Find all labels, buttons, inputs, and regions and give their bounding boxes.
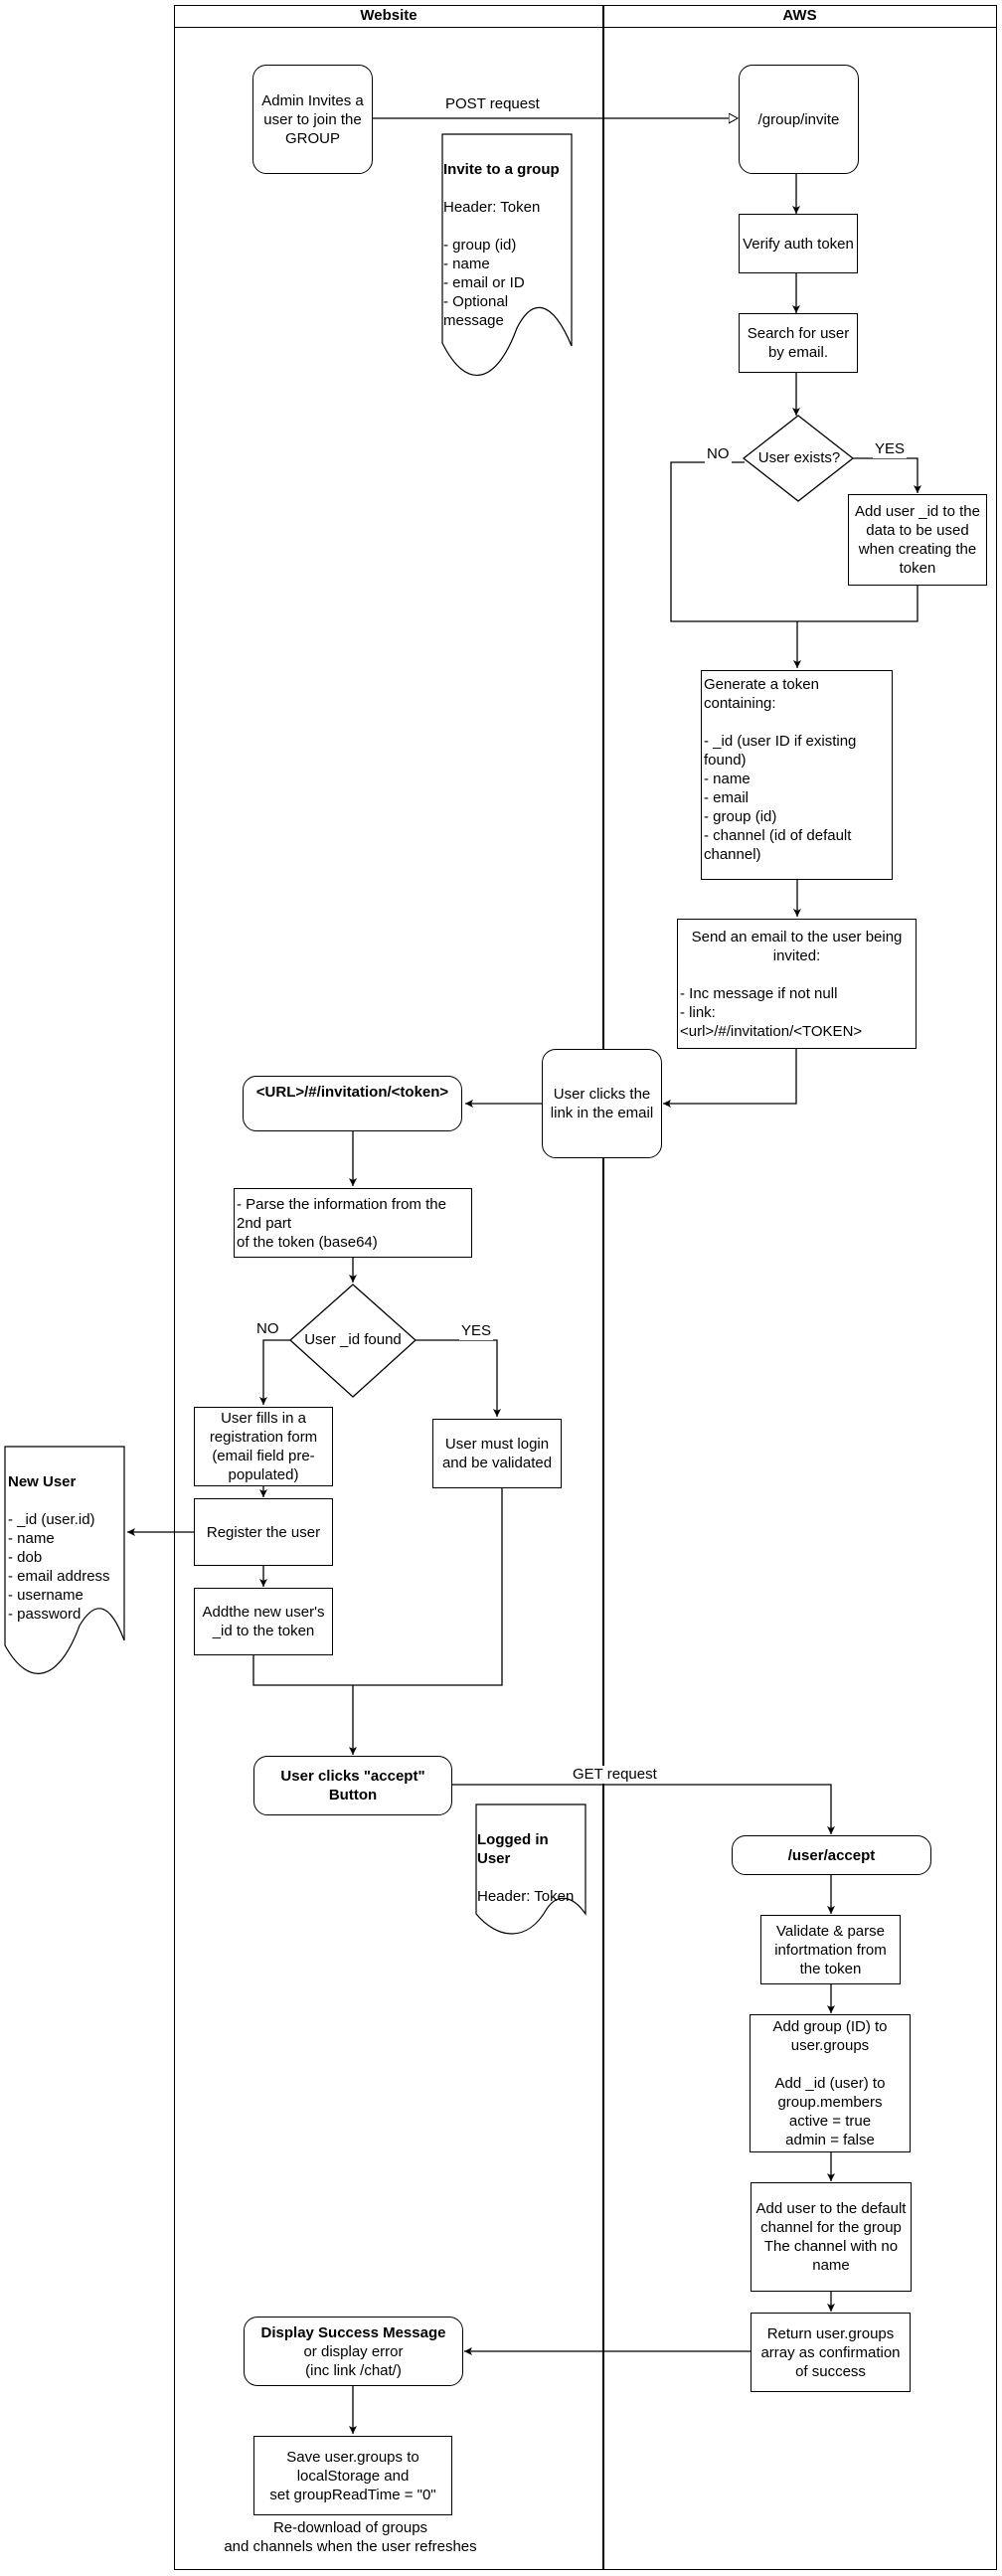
lane-header-website: Website: [174, 5, 603, 28]
display-success-body: or display error (inc link /chat/): [303, 2342, 404, 2379]
node-add-group[interactable]: Add group (ID) to user.groups Add _id (u…: [750, 2014, 911, 2152]
node-must-login[interactable]: User must login and be validated: [432, 1419, 562, 1488]
node-invitation-url[interactable]: <URL>/#/invitation/<token>: [243, 1076, 462, 1131]
lane-divider: [602, 5, 604, 2570]
document-logged-in-title: Logged in User: [477, 1831, 549, 1867]
send-email-body: - Inc message if not null - link: <url>/…: [680, 984, 863, 1040]
node-display-success[interactable]: Display Success Message or display error…: [244, 2317, 463, 2386]
node-add-id-token[interactable]: Addthe new user's _id to the token: [194, 1588, 333, 1655]
node-user-clicks-link[interactable]: User clicks the link in the email: [542, 1049, 662, 1158]
decision-user-exists-label: User exists?: [757, 449, 841, 466]
generate-token-text: Generate a token containing: - _id (user…: [704, 676, 857, 863]
node-parse-token[interactable]: - Parse the information from the 2nd par…: [234, 1188, 472, 1258]
node-generate-token[interactable]: Generate a token containing: - _id (user…: [701, 670, 893, 880]
node-search-user[interactable]: Search for user by email.: [739, 313, 858, 373]
document-logged-in-body: Header: Token: [477, 1888, 575, 1905]
lane-header-aws: AWS: [602, 5, 997, 28]
edge-label-post-request: POST request: [443, 95, 542, 113]
edge-label-yes-found: YES: [459, 1322, 494, 1340]
display-success-title: Display Success Message: [260, 2323, 446, 2341]
edge-label-no-exists: NO: [705, 445, 732, 463]
node-verify-token[interactable]: Verify auth token: [739, 214, 858, 273]
document-logged-in-user: Logged in User Header: Token: [476, 1807, 581, 1929]
decision-user-id-found-label: User _id found: [304, 1331, 402, 1348]
edge-label-no-found: NO: [254, 1320, 281, 1338]
node-admin-invites[interactable]: Admin Invites a user to join the GROUP: [252, 65, 373, 174]
edge-label-yes-exists: YES: [873, 440, 908, 458]
node-send-email[interactable]: Send an email to the user being invited:…: [677, 919, 917, 1049]
document-new-user-body: - _id (user.id) - name - dob - email add…: [8, 1511, 110, 1623]
node-add-user-id[interactable]: Add user _id to the data to be used when…: [848, 494, 987, 586]
edge-label-get-request: GET request: [571, 1766, 659, 1784]
node-validate-parse[interactable]: Validate & parse infortmation from the t…: [760, 1915, 901, 1984]
document-invite-body: Header: Token - group (id) - name - emai…: [443, 199, 541, 329]
node-register-user[interactable]: Register the user: [194, 1498, 333, 1566]
node-group-invite[interactable]: /group/invite: [739, 65, 859, 174]
node-add-default-channel[interactable]: Add user to the default channel for the …: [751, 2182, 912, 2292]
send-email-title: Send an email to the user being invited:: [691, 928, 903, 964]
node-registration-form[interactable]: User fills in a registration form (email…: [194, 1407, 333, 1486]
document-invite-group: Invite to a group Header: Token - group …: [442, 137, 572, 353]
document-new-user: New User - _id (user.id) - name - dob - …: [7, 1450, 124, 1646]
document-invite-title: Invite to a group: [443, 161, 560, 178]
node-save-groups[interactable]: Save user.groups to localStorage and set…: [253, 2436, 452, 2515]
node-return-groups[interactable]: Return user.groups array as confirmation…: [751, 2313, 911, 2392]
document-new-user-title: New User: [8, 1473, 77, 1490]
note-redownload: Re-download of groups and channels when …: [224, 2519, 477, 2555]
node-accept-button[interactable]: User clicks "accept" Button: [253, 1756, 452, 1815]
node-user-accept[interactable]: /user/accept: [732, 1835, 931, 1875]
